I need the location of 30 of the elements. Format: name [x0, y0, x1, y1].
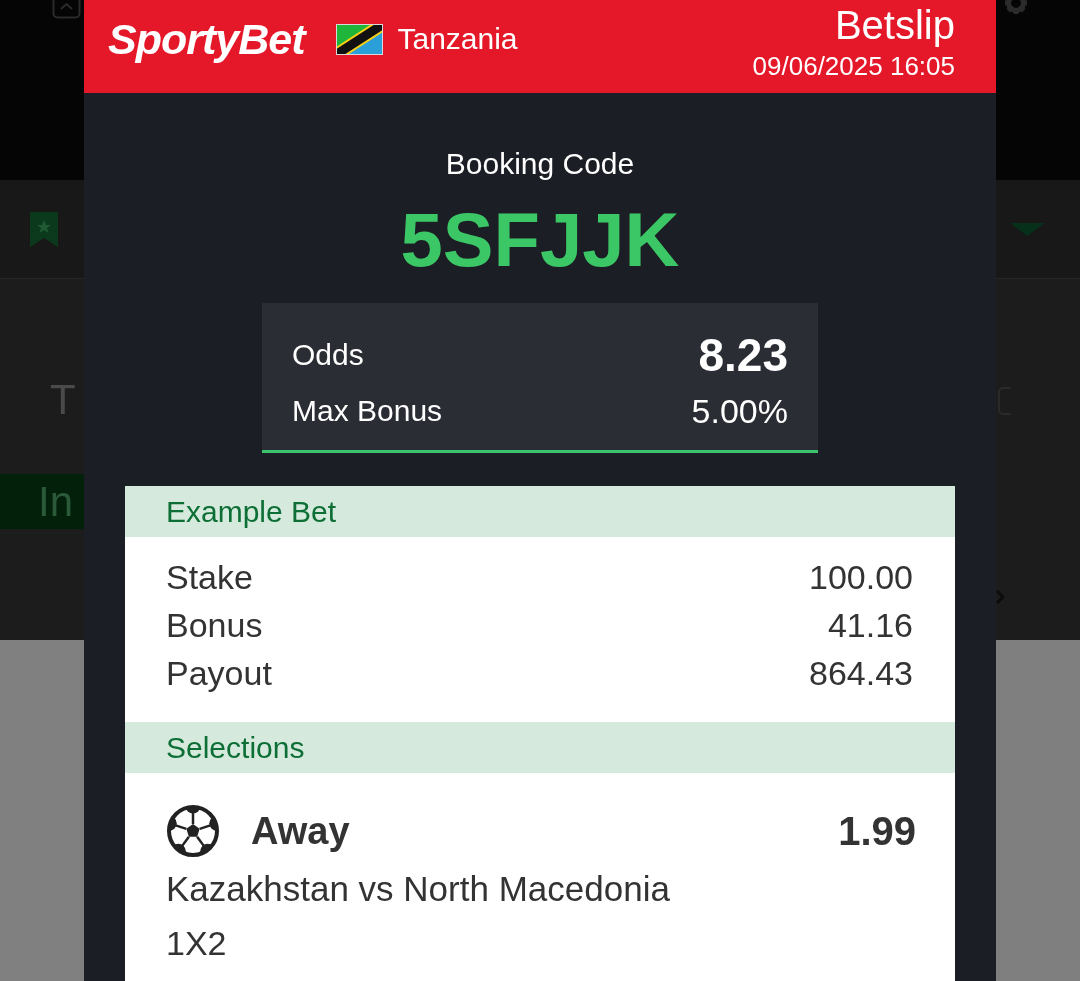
betslip-title: Betslip	[834, 3, 955, 47]
dropdown-triangle-icon[interactable]	[1010, 222, 1045, 236]
bet-label: Stake	[166, 557, 253, 597]
summary-label: Odds	[292, 338, 364, 372]
soccer-ball-icon	[166, 804, 220, 858]
bet-value: 864.43	[809, 653, 913, 693]
section-header: Selections	[125, 722, 955, 773]
market-name: 1X2	[166, 923, 227, 964]
caret-box-icon[interactable]	[52, 0, 81, 19]
settings-icon[interactable]	[1002, 0, 1030, 17]
bet-label: Bonus	[166, 605, 263, 645]
section-header: Example Bet	[125, 486, 955, 537]
action-button[interactable]: In	[0, 474, 84, 529]
bookmark-icon[interactable]	[30, 211, 58, 247]
booking-code-label: Booking Code	[445, 146, 635, 182]
bet-label: Payout	[166, 653, 272, 693]
selection-odds: 1.99	[838, 808, 916, 854]
bet-value: 41.16	[827, 605, 913, 645]
brand-logo: SportyBet	[108, 14, 305, 64]
country-label: Tanzania	[397, 22, 518, 56]
selection-pick: Away	[251, 809, 350, 853]
bet-value: 100.00	[809, 557, 913, 597]
summary-value: 8.23	[698, 328, 788, 382]
flag-icon	[336, 23, 384, 55]
chevron-right-icon[interactable]	[996, 590, 1004, 604]
summary-label: Max Bonus	[292, 394, 443, 428]
date-time: 09/06/2025 16:05	[752, 51, 955, 81]
summary-value: 5.00%	[691, 391, 788, 431]
match-name: Kazakhstan vs North Macedonia	[166, 868, 670, 910]
booking-code: 5SFJJK	[400, 200, 680, 280]
